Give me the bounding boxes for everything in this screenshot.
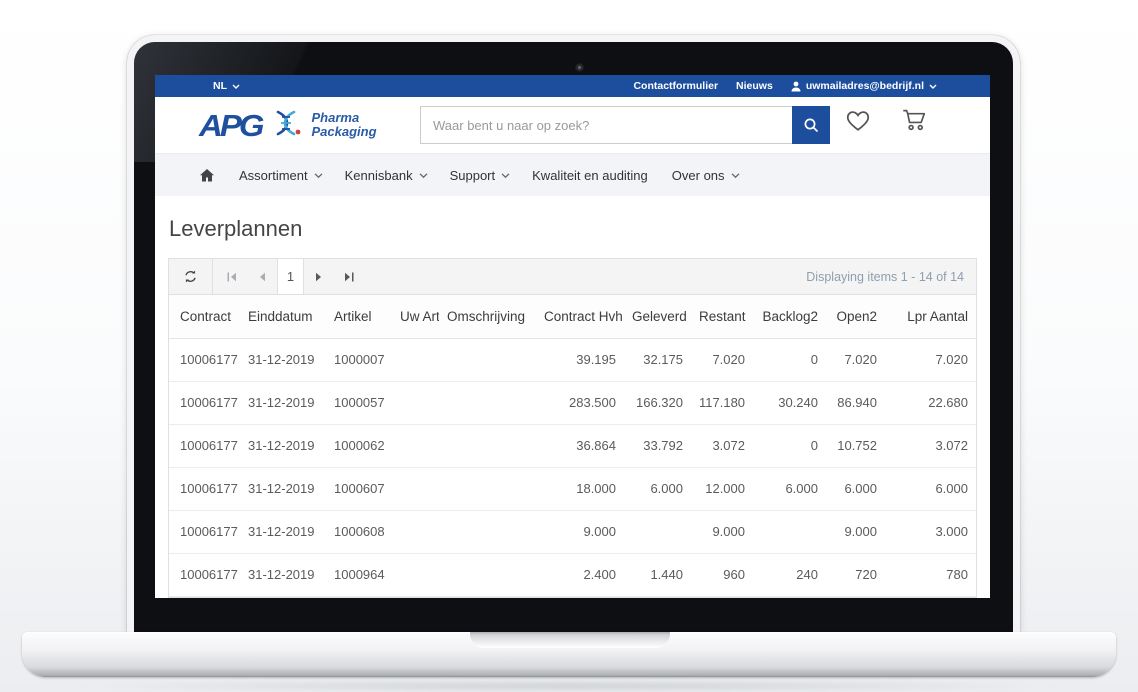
search-bar [420, 106, 830, 144]
table-header-row: Contract Einddatum Artikel Uw Art Omschr… [169, 295, 976, 338]
nav-item-kennisbank[interactable]: Kennisbank [345, 168, 426, 183]
logo-tagline-1: Pharma [312, 111, 377, 125]
column-header-contract[interactable]: Contract [169, 295, 240, 338]
column-header-omschrijving[interactable]: Omschrijving [439, 295, 536, 338]
grid-pager: 1 Displaying items 1 - 14 of 14 [169, 259, 976, 295]
site-header: APG Pharma Packaging [155, 97, 990, 153]
laptop-screen-shell: NL Contactformulier Nieuws uwmailadres@b… [127, 35, 1020, 632]
home-icon[interactable] [199, 168, 215, 183]
laptop-base-notch [470, 632, 670, 648]
chevron-down-icon [731, 172, 738, 179]
page-title: Leverplannen [168, 216, 977, 242]
leverplannen-table: Contract Einddatum Artikel Uw Art Omschr… [169, 295, 976, 597]
nav-item-assortiment[interactable]: Assortiment [239, 168, 321, 183]
search-button[interactable] [792, 106, 830, 144]
column-header-geleverd[interactable]: Geleverd [624, 295, 691, 338]
nav-item-kwaliteit-en-auditing[interactable]: Kwaliteit en auditing [532, 168, 648, 183]
column-header-contract-hvh[interactable]: Contract Hvh [536, 295, 624, 338]
dna-logo-icon [270, 108, 304, 143]
chevron-down-icon [232, 83, 239, 90]
column-header-artikel[interactable]: Artikel [326, 295, 392, 338]
column-header-backlog2[interactable]: Backlog2 [753, 295, 826, 338]
column-header-uw-art[interactable]: Uw Art [392, 295, 439, 338]
language-label: NL [213, 80, 227, 92]
account-menu[interactable]: uwmailadres@bedrijf.nl [791, 80, 936, 92]
search-icon [803, 117, 820, 134]
company-logo[interactable]: APG Pharma Packaging [199, 108, 377, 143]
logo-tagline-2: Packaging [312, 125, 377, 139]
topbar: NL Contactformulier Nieuws uwmailadres@b… [155, 75, 990, 97]
previous-page-button[interactable] [247, 259, 277, 294]
account-email: uwmailadres@bedrijf.nl [806, 80, 924, 92]
refresh-button[interactable] [169, 259, 213, 294]
table-row[interactable]: 1000617731-12-2019 1000607 18.000 6.0001… [169, 467, 976, 510]
logo-apg-text: APG [199, 110, 262, 140]
refresh-icon [183, 269, 198, 284]
column-header-lpr-aantal[interactable]: Lpr Aantal [885, 295, 976, 338]
browser-viewport: NL Contactformulier Nieuws uwmailadres@b… [155, 75, 990, 598]
news-link[interactable]: Nieuws [736, 80, 773, 92]
laptop-reflection [60, 681, 1078, 691]
table-row[interactable]: 1000617731-12-2019 1000964 2.400 1.44096… [169, 553, 976, 596]
contact-link[interactable]: Contactformulier [633, 80, 718, 92]
wishlist-heart-icon[interactable] [845, 108, 871, 132]
language-selector[interactable]: NL [213, 80, 239, 92]
nav-item-support[interactable]: Support [450, 168, 509, 183]
chevron-down-icon [501, 172, 508, 179]
column-header-open2[interactable]: Open2 [826, 295, 885, 338]
page-content: Leverplannen [155, 196, 990, 598]
table-row[interactable]: 1000617731-12-2019 1000062 36.864 33.792… [169, 424, 976, 467]
nav-item-over-ons[interactable]: Over ons [672, 168, 738, 183]
next-page-button[interactable] [304, 259, 334, 294]
last-page-button[interactable] [334, 259, 364, 294]
shopping-cart-icon[interactable] [901, 107, 927, 132]
column-header-restant[interactable]: Restant [691, 295, 753, 338]
chevron-down-icon [929, 83, 936, 90]
table-row[interactable]: 1000617731-12-2019 1000007 39.195 32.175… [169, 338, 976, 381]
first-page-button[interactable] [217, 259, 247, 294]
pager-status: Displaying items 1 - 14 of 14 [806, 270, 964, 284]
laptop-base [22, 632, 1116, 677]
search-input[interactable] [420, 106, 792, 144]
chevron-down-icon [419, 172, 426, 179]
table-row[interactable]: 1000617731-12-2019 1000608 9.000 9.000 9… [169, 510, 976, 553]
leverplannen-grid: 1 Displaying items 1 - 14 of 14 [168, 258, 977, 598]
user-icon [791, 81, 801, 92]
webcam [575, 63, 584, 72]
column-header-einddatum[interactable]: Einddatum [240, 295, 326, 338]
table-row[interactable]: 1000617731-12-2019 1000057 283.500 166.3… [169, 381, 976, 424]
main-navigation: Assortiment Kennisbank Support Kwaliteit… [155, 153, 990, 196]
chevron-down-icon [314, 172, 321, 179]
current-page-number[interactable]: 1 [277, 259, 304, 294]
